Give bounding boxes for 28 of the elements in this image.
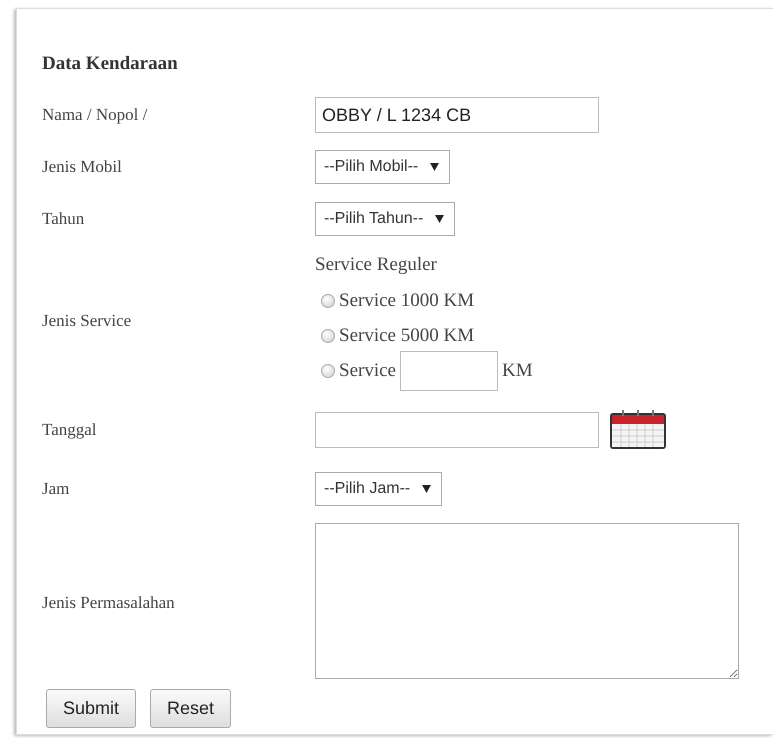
input-field[interactable]	[400, 351, 498, 391]
dropdown[interactable]: --Pilih Jam--	[315, 472, 442, 506]
option-label: Service 1000 KM	[339, 290, 474, 312]
section-title: Data Kendaraan	[42, 53, 179, 76]
group-title: Service Reguler	[315, 254, 438, 276]
date-field[interactable]	[315, 412, 599, 448]
field-label: Nama / Nopol /	[42, 105, 148, 125]
form-button[interactable]: Submit	[46, 689, 136, 728]
unit-label: KM	[502, 360, 533, 382]
field-label: Jenis Service	[42, 311, 132, 331]
dropdown[interactable]: --Pilih Mobil--	[315, 150, 450, 184]
caret-icon	[422, 485, 432, 493]
calendar-icon[interactable]	[609, 410, 667, 450]
field-label: Jenis Mobil	[42, 157, 123, 177]
radio-button[interactable]	[321, 329, 335, 343]
field-label: Tahun	[42, 209, 86, 229]
form-button[interactable]: Reset	[150, 689, 232, 728]
field-label: Jenis Permasalahan	[42, 593, 176, 613]
caret-icon	[435, 215, 444, 223]
field-label: Tanggal	[42, 420, 98, 440]
radio-button[interactable]	[321, 294, 335, 308]
dropdown[interactable]: --Pilih Tahun--	[315, 202, 456, 236]
field-label: Jam	[42, 479, 70, 499]
option-label: Service	[339, 360, 396, 382]
option-label: Service 5000 KM	[339, 325, 474, 347]
caret-icon	[430, 163, 440, 171]
input-field[interactable]: OBBY / L 1234 CB	[315, 97, 599, 133]
radio-button[interactable]	[321, 364, 335, 378]
